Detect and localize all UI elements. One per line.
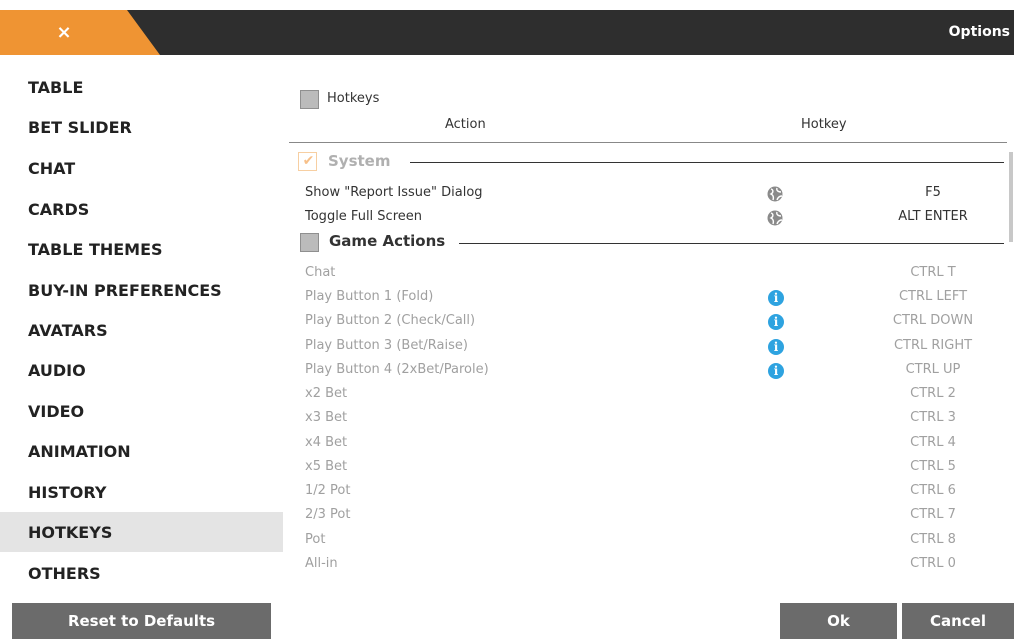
hotkey-action-label: All-in <box>305 556 338 571</box>
hotkey-action-label: 2/3 Pot <box>305 507 351 522</box>
close-icon[interactable]: × <box>52 10 76 55</box>
action-column-header: Action <box>445 117 486 132</box>
hotkey-value[interactable]: ALT ENTER <box>883 209 983 224</box>
system-section-title: System <box>328 152 391 170</box>
hotkey-action-label: Play Button 1 (Fold) <box>305 289 434 304</box>
info-icon[interactable]: i <box>768 290 784 306</box>
hotkey-action-label: x3 Bet <box>305 410 348 425</box>
hotkey-action-label: Toggle Full Screen <box>305 209 422 224</box>
hotkeys-panel: Hotkeys Action Hotkey ✔ System Show "Rep… <box>283 55 1014 639</box>
sidebar-item-animation[interactable]: ANIMATION <box>0 431 283 471</box>
game-actions-section-checkbox[interactable] <box>300 233 319 252</box>
system-section-line <box>410 162 1004 163</box>
hotkey-action-label: Chat <box>305 265 336 280</box>
game-actions-section-title: Game Actions <box>329 232 446 250</box>
header-divider <box>289 142 1007 143</box>
hotkey-value[interactable]: CTRL 2 <box>883 386 983 401</box>
sidebar-item-chat[interactable]: CHAT <box>0 148 283 188</box>
sidebar-item-audio[interactable]: AUDIO <box>0 350 283 390</box>
sidebar-item-table[interactable]: TABLE <box>0 67 283 107</box>
info-icon[interactable]: i <box>768 339 784 355</box>
hotkey-action-label: x4 Bet <box>305 435 348 450</box>
hotkey-value[interactable]: CTRL DOWN <box>883 313 983 328</box>
hotkey-action-label: Play Button 3 (Bet/Raise) <box>305 338 468 353</box>
hotkey-value[interactable]: CTRL UP <box>883 362 983 377</box>
hotkey-action-label: x2 Bet <box>305 386 348 401</box>
hotkey-action-label: Play Button 4 (2xBet/Parole) <box>305 362 489 377</box>
sidebar-item-bet-slider[interactable]: BET SLIDER <box>0 107 283 147</box>
hotkey-action-label: Pot <box>305 532 326 547</box>
hotkey-value[interactable]: CTRL 4 <box>883 435 983 450</box>
system-section-checkbox[interactable]: ✔ <box>298 152 317 171</box>
hotkey-action-label: Play Button 2 (Check/Call) <box>305 313 476 328</box>
sidebar-item-buy-in-preferences[interactable]: BUY-IN PREFERENCES <box>0 270 283 310</box>
hotkey-column-header: Hotkey <box>801 117 847 132</box>
top-strip <box>0 0 1014 10</box>
scrollbar-thumb[interactable] <box>1009 152 1013 242</box>
globe-icon <box>767 210 783 226</box>
sidebar-item-hotkeys[interactable]: HOTKEYS <box>0 512 283 552</box>
hotkey-value[interactable]: CTRL 0 <box>883 556 983 571</box>
sidebar-item-history[interactable]: HISTORY <box>0 472 283 512</box>
hotkey-action-label: 1/2 Pot <box>305 483 351 498</box>
hotkeys-enable-label: Hotkeys <box>327 91 380 106</box>
sidebar-item-video[interactable]: VIDEO <box>0 391 283 431</box>
sidebar-item-table-themes[interactable]: TABLE THEMES <box>0 229 283 269</box>
hotkey-value[interactable]: CTRL 6 <box>883 483 983 498</box>
check-icon: ✔ <box>302 153 315 169</box>
hotkeys-enable-checkbox[interactable] <box>300 90 319 109</box>
hotkey-action-label: Show "Report Issue" Dialog <box>305 185 483 200</box>
ok-button[interactable]: Ok <box>780 603 897 639</box>
sidebar-item-others[interactable]: OTHERS <box>0 553 283 593</box>
hotkey-value[interactable]: CTRL 5 <box>883 459 983 474</box>
window-title: Options <box>948 24 1010 40</box>
hotkey-value[interactable]: CTRL 3 <box>883 410 983 425</box>
reset-defaults-button[interactable]: Reset to Defaults <box>12 603 271 639</box>
hotkey-action-label: x5 Bet <box>305 459 348 474</box>
hotkey-value[interactable]: CTRL RIGHT <box>883 338 983 353</box>
hotkey-value[interactable]: CTRL 7 <box>883 507 983 522</box>
hotkey-value[interactable]: F5 <box>883 185 983 200</box>
globe-icon <box>767 186 783 202</box>
hotkey-value[interactable]: CTRL LEFT <box>883 289 983 304</box>
info-icon[interactable]: i <box>768 314 784 330</box>
sidebar-item-cards[interactable]: CARDS <box>0 189 283 229</box>
sidebar-item-avatars[interactable]: AVATARS <box>0 310 283 350</box>
info-icon[interactable]: i <box>768 363 784 379</box>
hotkey-value[interactable]: CTRL 8 <box>883 532 983 547</box>
sidebar: TABLE BET SLIDER CHAT CARDS TABLE THEMES… <box>0 55 283 639</box>
cancel-button[interactable]: Cancel <box>902 603 1014 639</box>
hotkey-value[interactable]: CTRL T <box>883 265 983 280</box>
game-actions-section-line <box>459 243 1004 244</box>
